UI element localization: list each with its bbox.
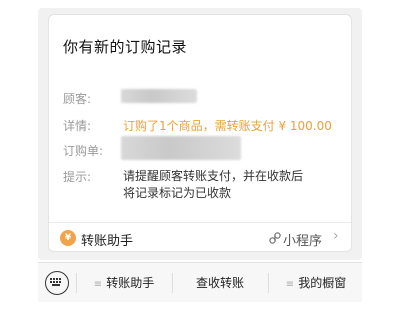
keyboard-glyph xyxy=(50,278,61,286)
chat-area: 你有新的订购记录 顾客: 详情: 订购了1个商品，需转账支付 ¥ 100.00 … xyxy=(38,8,362,260)
card-title: 你有新的订购记录 xyxy=(63,38,188,56)
menu-my-showcase[interactable]: ≡ 我的橱窗 xyxy=(270,263,362,303)
order-number-redacted xyxy=(121,136,241,160)
divider xyxy=(268,273,269,293)
divider xyxy=(172,273,173,293)
detail-value: 订购了1个商品，需转账支付 ¥ 100.00 xyxy=(123,119,332,133)
order-label: 订购单: xyxy=(63,144,104,158)
card-footer[interactable]: ¥ 转账助手 小程序 › xyxy=(49,222,351,252)
transfer-assistant-icon: ¥ xyxy=(60,230,76,246)
tip-value: 请提醒顾客转账支付，并在收款后将记录标记为已收款 xyxy=(123,169,304,200)
menu-label: 我的橱窗 xyxy=(298,276,347,290)
tip-label: 提示: xyxy=(63,170,92,184)
detail-label: 详情: xyxy=(63,119,92,133)
menu-check-transfer[interactable]: 查收转账 xyxy=(174,263,266,303)
menu-label: 查收转账 xyxy=(195,276,244,290)
menu-transfer-assistant[interactable]: ≡ 转账助手 xyxy=(78,263,170,303)
divider xyxy=(76,273,77,293)
mini-program-icon xyxy=(269,232,281,244)
customer-name-redacted xyxy=(121,89,197,103)
mini-program-label: 小程序 xyxy=(283,234,323,249)
customer-label: 顾客: xyxy=(63,92,92,106)
app-name: 转账助手 xyxy=(81,234,134,249)
chevron-right-icon: › xyxy=(333,228,339,244)
menu-label: 转账助手 xyxy=(106,276,155,290)
bottom-menu-bar: ≡ 转账助手 查收转账 ≡ 我的橱窗 xyxy=(38,262,362,302)
submenu-icon: ≡ xyxy=(93,279,103,290)
order-record-card[interactable]: 你有新的订购记录 顾客: 详情: 订购了1个商品，需转账支付 ¥ 100.00 … xyxy=(48,14,352,252)
submenu-icon: ≡ xyxy=(285,279,295,290)
keyboard-icon[interactable] xyxy=(45,271,69,295)
